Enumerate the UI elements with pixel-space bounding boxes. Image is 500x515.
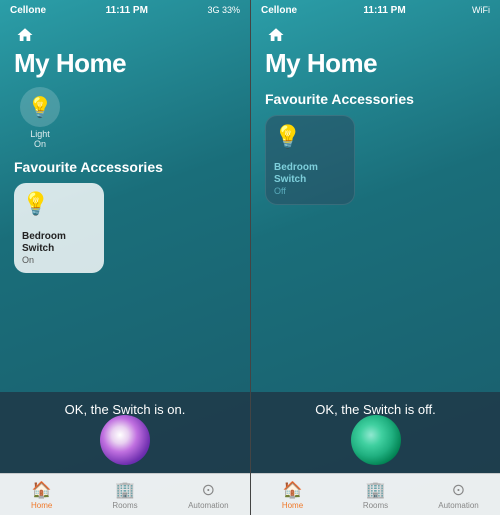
home-icon-left[interactable]	[14, 24, 36, 46]
left-panel: Cellone 11:11 PM 3G 33% My Home 💡 Light …	[0, 0, 250, 515]
tab-automation-icon-right: ⊙	[452, 480, 465, 500]
house-svg-left	[16, 26, 34, 44]
tab-rooms-label-right: Rooms	[363, 501, 388, 510]
siri-button-right[interactable]	[351, 415, 401, 465]
home-icon-right[interactable]	[265, 24, 287, 46]
accessory-info-left: Bedroom Switch On	[22, 231, 96, 265]
tab-automation-left[interactable]: ⊙ Automation	[167, 480, 250, 510]
tab-rooms-right[interactable]: 🏢 Rooms	[334, 480, 417, 510]
tab-rooms-left[interactable]: 🏢 Rooms	[83, 480, 166, 510]
light-card-left[interactable]: 💡 Light On	[14, 87, 66, 149]
tab-home-label-left: Home	[31, 501, 52, 510]
tab-bar-right: 🏠 Home 🏢 Rooms ⊙ Automation	[251, 473, 500, 515]
tab-automation-icon-left: ⊙	[202, 480, 215, 500]
light-label-left: Light	[30, 129, 50, 139]
tab-home-icon-right: 🏠	[283, 480, 303, 500]
accessory-card-right[interactable]: 💡 Bedroom Switch Off	[265, 115, 355, 205]
accessory-info-right: Bedroom Switch Off	[274, 162, 346, 196]
tab-automation-label-right: Automation	[438, 501, 478, 510]
tab-automation-right[interactable]: ⊙ Automation	[417, 480, 500, 510]
tab-home-icon-left: 🏠	[32, 480, 52, 500]
light-icon-left: 💡	[20, 87, 60, 127]
section-title-right: Favourite Accessories	[251, 87, 500, 115]
accessory-status-left: On	[22, 255, 96, 265]
section-title-left: Favourite Accessories	[0, 155, 250, 183]
header-left: My Home	[0, 20, 250, 87]
tab-automation-label-left: Automation	[188, 501, 228, 510]
accessory-name-right: Bedroom Switch	[274, 162, 346, 186]
tab-bar-left: 🏠 Home 🏢 Rooms ⊙ Automation	[0, 473, 250, 515]
signal-text-left: 3G 33%	[207, 5, 240, 15]
accessory-icon-right: 💡	[274, 124, 346, 150]
accessories-area-left: 💡 Bedroom Switch On	[0, 183, 250, 273]
signal-left: 3G 33%	[207, 5, 240, 15]
accessory-card-left[interactable]: 💡 Bedroom Switch On	[14, 183, 104, 273]
carrier-left: Cellone	[10, 5, 46, 16]
header-right: My Home	[251, 20, 500, 87]
light-status-left: On	[34, 139, 46, 149]
tab-rooms-label-left: Rooms	[112, 501, 137, 510]
siri-button-left[interactable]	[100, 415, 150, 465]
page-title-right: My Home	[265, 48, 486, 79]
accessory-icon-left: 💡	[22, 191, 96, 217]
time-right: 11:11 PM	[363, 5, 405, 16]
tab-home-label-right: Home	[282, 501, 303, 510]
accessory-name-left: Bedroom Switch	[22, 231, 96, 255]
status-bar-right: Cellone 11:11 PM WiFi	[251, 0, 500, 20]
status-bar-left: Cellone 11:11 PM 3G 33%	[0, 0, 250, 20]
tab-rooms-icon-right: 🏢	[366, 480, 386, 500]
carrier-right: Cellone	[261, 5, 297, 16]
accessories-area-right: 💡 Bedroom Switch Off	[251, 115, 500, 205]
tab-home-right[interactable]: 🏠 Home	[251, 480, 334, 510]
signal-text-right: WiFi	[472, 5, 490, 15]
right-panel: Cellone 11:11 PM WiFi My Home Favourite …	[250, 0, 500, 515]
signal-right: WiFi	[472, 5, 490, 15]
page-title-left: My Home	[14, 48, 236, 79]
time-left: 11:11 PM	[106, 5, 148, 16]
house-svg-right	[267, 26, 285, 44]
accessory-status-right: Off	[274, 186, 346, 196]
tab-home-left[interactable]: 🏠 Home	[0, 480, 83, 510]
tab-rooms-icon-left: 🏢	[115, 480, 135, 500]
